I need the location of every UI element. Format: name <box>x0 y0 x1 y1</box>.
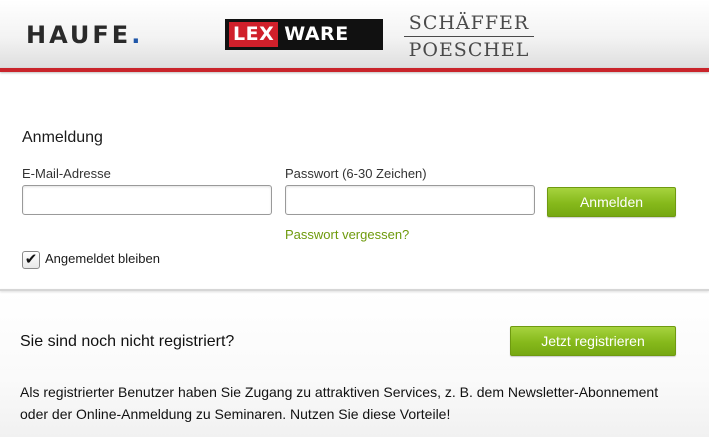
header-accent-line <box>0 68 709 72</box>
remember-checkbox[interactable]: ✔ <box>22 251 40 269</box>
schaeffer-poeschel-logo[interactable]: SCHÄFFER POESCHEL <box>404 8 534 62</box>
forgot-password-link[interactable]: Passwort vergessen? <box>285 227 409 242</box>
password-label: Passwort (6-30 Zeichen) <box>285 166 427 181</box>
register-button[interactable]: Jetzt registrieren <box>510 326 676 356</box>
logo-rule <box>404 36 534 37</box>
password-field[interactable] <box>285 185 535 215</box>
section-divider <box>0 289 709 291</box>
remember-label[interactable]: Angemeldet bleiben <box>45 251 160 266</box>
lexware-logo-ware: WARE <box>284 23 349 45</box>
header-bar: HAUFE. LEX WARE SCHÄFFER POESCHEL <box>0 0 709 68</box>
register-description: Als registrierter Benutzer haben Sie Zug… <box>20 384 659 422</box>
email-field[interactable] <box>22 185 272 215</box>
haufe-logo-dot: . <box>131 21 144 49</box>
lexware-logo-lex: LEX <box>229 22 279 47</box>
haufe-logo[interactable]: HAUFE. <box>26 20 143 50</box>
schaeffer-poeschel-line2: POESCHEL <box>408 39 530 61</box>
schaeffer-poeschel-line1: SCHÄFFER <box>408 12 530 34</box>
register-question: Sie sind noch nicht registriert? <box>20 333 235 350</box>
login-title: Anmeldung <box>22 129 103 146</box>
lexware-logo[interactable]: LEX WARE <box>225 19 383 50</box>
email-label: E-Mail-Adresse <box>22 166 111 181</box>
login-button[interactable]: Anmelden <box>547 187 676 217</box>
